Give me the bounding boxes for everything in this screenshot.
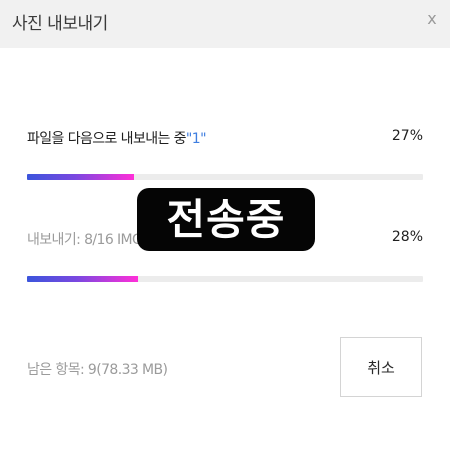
current-file-progress-fill	[27, 174, 134, 180]
current-file-label: 파일을 다음으로 내보내는 중"1"	[27, 128, 207, 148]
window-title: 사진 내보내기	[12, 14, 108, 34]
cancel-button[interactable]: 취소	[340, 337, 422, 397]
overall-progress-bar	[27, 276, 423, 282]
overall-progress-percent: 28%	[391, 229, 423, 245]
title-bar: 사진 내보내기 x	[0, 0, 450, 48]
current-file-label-text: 파일을 다음으로 내보내는 중	[27, 131, 187, 147]
current-file-progress-bar	[27, 174, 423, 180]
transfer-status-overlay: 전송중	[137, 188, 315, 251]
remaining-items: 남은 항목: 9(78.33 MB)	[27, 362, 168, 378]
overall-progress-fill	[27, 276, 138, 282]
current-file-name: "1"	[185, 131, 207, 147]
close-icon[interactable]: x	[424, 10, 440, 28]
current-file-percent: 27%	[391, 128, 423, 144]
